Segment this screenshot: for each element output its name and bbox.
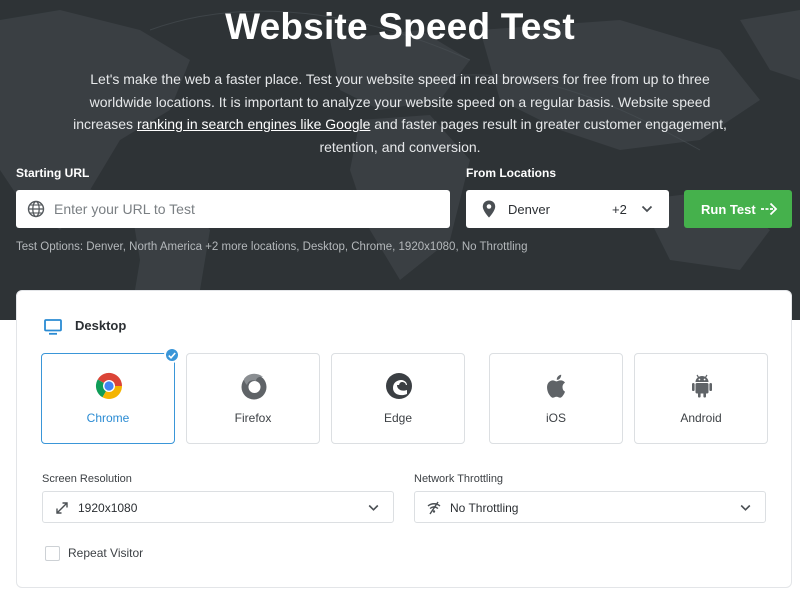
url-input[interactable] xyxy=(54,190,444,228)
intro-text: Let's make the web a faster place. Test … xyxy=(60,68,740,158)
chevron-down-icon xyxy=(368,504,379,511)
browser-label: Chrome xyxy=(86,411,130,425)
edge-icon xyxy=(386,373,412,399)
browser-card-chrome[interactable]: Chrome xyxy=(41,353,175,444)
throttling-value: No Throttling xyxy=(450,501,519,515)
chevron-down-icon xyxy=(740,504,751,511)
world-map-background xyxy=(0,10,800,320)
browser-card-ios[interactable]: iOS xyxy=(489,353,623,444)
browser-label: iOS xyxy=(545,411,566,425)
test-options-panel: Desktop Chrome Firefox Edge iOS Android … xyxy=(16,290,792,588)
chrome-icon xyxy=(95,372,123,400)
throttling-select[interactable]: No Throttling xyxy=(414,491,766,523)
location-value: Denver xyxy=(508,202,550,217)
hero-section: Website Speed Test Let's make the web a … xyxy=(0,0,800,320)
android-icon xyxy=(692,374,712,398)
globe-icon xyxy=(27,200,45,218)
browser-label: Edge xyxy=(383,411,413,425)
location-more-count: +2 xyxy=(612,202,627,217)
browser-label: Firefox xyxy=(234,411,272,425)
url-label: Starting URL xyxy=(16,166,90,180)
map-pin-icon xyxy=(482,200,496,218)
chevron-down-icon xyxy=(641,205,653,213)
apple-icon xyxy=(547,374,565,398)
test-options-summary: Test Options: Denver, North America +2 m… xyxy=(16,241,528,253)
selected-check-icon xyxy=(164,347,180,363)
repeat-visitor-checkbox[interactable] xyxy=(45,546,60,561)
no-signal-icon xyxy=(427,501,441,515)
locations-label: From Locations xyxy=(466,166,557,180)
resolution-label: Screen Resolution xyxy=(42,473,132,485)
device-label: Desktop xyxy=(75,318,127,333)
locations-select[interactable]: Denver +2 xyxy=(466,190,669,228)
resolution-value: 1920x1080 xyxy=(78,501,138,515)
throttling-label: Network Throttling xyxy=(414,473,504,485)
ranking-link[interactable]: ranking in search engines like Google xyxy=(137,116,370,132)
browser-card-edge[interactable]: Edge xyxy=(331,353,465,444)
run-test-button[interactable]: Run Test xyxy=(684,190,792,228)
url-field[interactable] xyxy=(16,190,450,228)
browser-card-android[interactable]: Android xyxy=(634,353,768,444)
intro-text-part: and faster pages result in greater custo… xyxy=(319,116,727,155)
repeat-visitor-label: Repeat Visitor xyxy=(68,546,144,560)
browser-card-firefox[interactable]: Firefox xyxy=(186,353,320,444)
desktop-icon xyxy=(44,319,62,335)
run-test-label: Run Test xyxy=(701,202,756,217)
resolution-select[interactable]: 1920x1080 xyxy=(42,491,394,523)
arrow-right-icon xyxy=(761,202,778,216)
browser-label: Android xyxy=(680,411,722,425)
page-title: Website Speed Test xyxy=(225,6,575,47)
resize-icon xyxy=(56,502,68,514)
firefox-icon xyxy=(241,373,267,400)
